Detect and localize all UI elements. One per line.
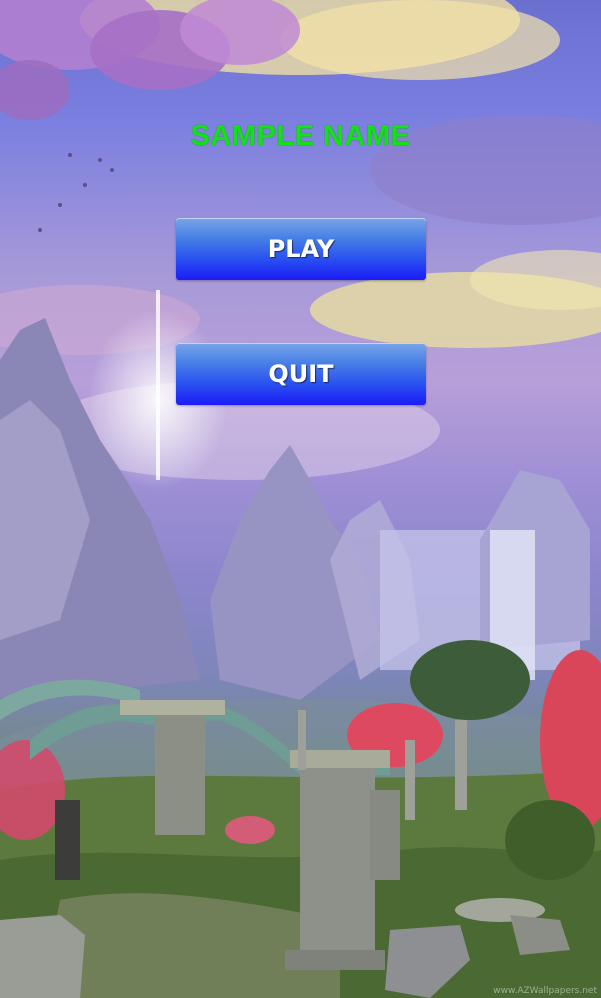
- play-button-label: PLAY: [267, 235, 335, 263]
- quit-button[interactable]: QUIT: [176, 343, 426, 405]
- game-title: SAMPLE NAME: [190, 120, 411, 152]
- quit-button-label: QUIT: [268, 360, 334, 388]
- watermark: www.AZWallpapers.net: [493, 986, 597, 996]
- play-button[interactable]: PLAY: [176, 218, 426, 280]
